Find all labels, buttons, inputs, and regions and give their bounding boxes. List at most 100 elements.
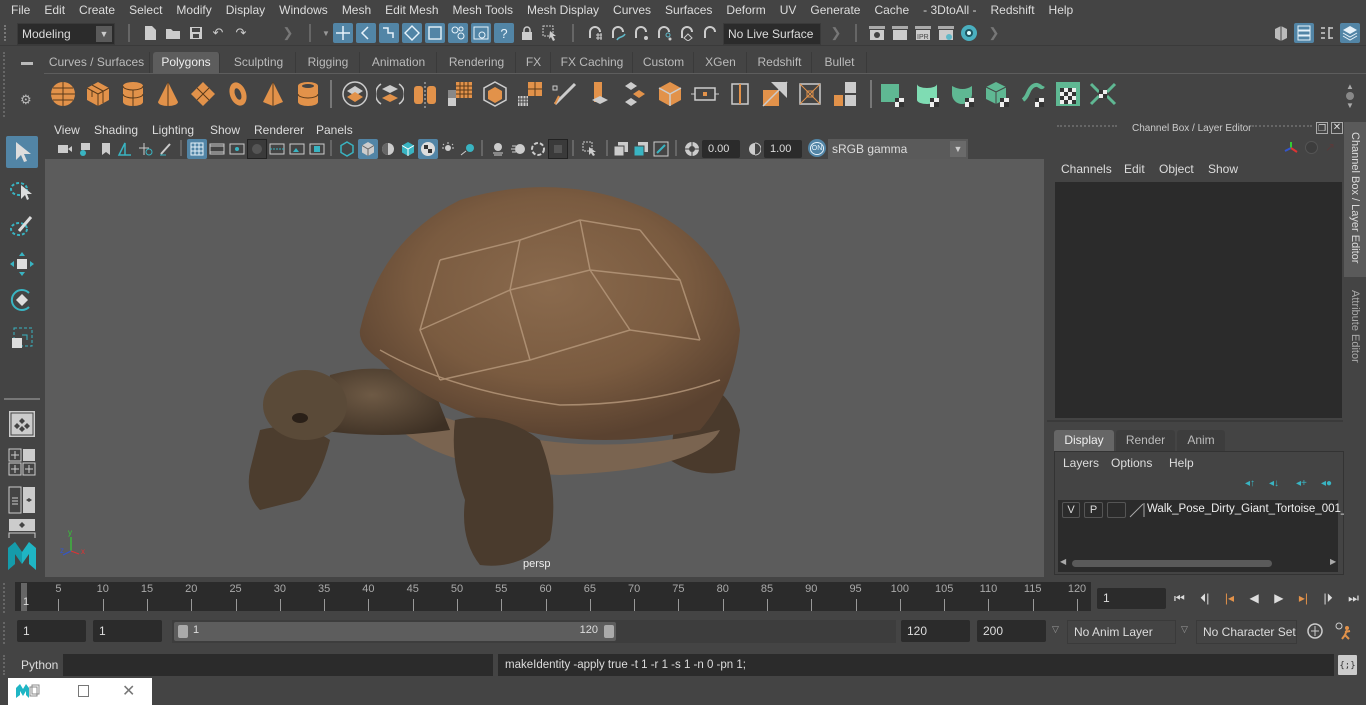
shelf-tab-rendering[interactable]: Rendering bbox=[438, 52, 516, 73]
contour-stretch-uv-icon[interactable] bbox=[1019, 80, 1047, 108]
shelf-tab-polygons[interactable]: Polygons bbox=[153, 52, 220, 73]
menu-3dtoall[interactable]: - 3DtoAll - bbox=[916, 0, 983, 20]
live-surface-field[interactable]: No Live Surface bbox=[723, 23, 821, 45]
gate-mask-icon[interactable] bbox=[247, 139, 267, 159]
mirror-icon[interactable] bbox=[411, 80, 439, 108]
layer-playback-toggle[interactable]: P bbox=[1084, 502, 1103, 518]
render-view-icon[interactable] bbox=[867, 23, 887, 43]
bookmark-icon[interactable] bbox=[96, 139, 116, 159]
hypershade-icon[interactable] bbox=[959, 23, 979, 43]
menu-modify[interactable]: Modify bbox=[169, 0, 218, 20]
redo-icon[interactable]: ↷ bbox=[231, 23, 251, 43]
layer-horizontal-scrollbar[interactable]: ◀ ▶ bbox=[1060, 557, 1338, 570]
character-set-dropdown[interactable]: No Character Set bbox=[1196, 620, 1297, 644]
extract-icon[interactable] bbox=[481, 80, 509, 108]
menu-uv[interactable]: UV bbox=[773, 0, 804, 20]
menu-help[interactable]: Help bbox=[1042, 0, 1081, 20]
menu-deform[interactable]: Deform bbox=[719, 0, 772, 20]
snap-to-grid-icon[interactable] bbox=[585, 23, 605, 43]
scale-tool-icon[interactable] bbox=[6, 322, 38, 354]
maya-logo-icon[interactable] bbox=[6, 540, 38, 572]
menu-create[interactable]: Create bbox=[72, 0, 122, 20]
menu-cache[interactable]: Cache bbox=[867, 0, 916, 20]
step-back-key-icon[interactable]: |◂ bbox=[1225, 591, 1234, 605]
slow-arrow-icon[interactable]: ↗ bbox=[1325, 140, 1335, 154]
shelf-tab-fx-caching[interactable]: FX Caching bbox=[552, 52, 633, 73]
textured-icon[interactable] bbox=[418, 139, 438, 159]
manipulator-axes-icon[interactable] bbox=[1283, 140, 1299, 159]
xray-icon[interactable] bbox=[611, 139, 631, 159]
shelf-tab-bullet[interactable]: Bullet bbox=[813, 52, 867, 73]
unfold-uv-icon[interactable] bbox=[1089, 80, 1117, 108]
uv-editor-icon[interactable] bbox=[1054, 80, 1082, 108]
auto-key-icon[interactable] bbox=[1306, 622, 1324, 643]
smooth-icon[interactable] bbox=[446, 80, 474, 108]
insert-edge-loop-icon[interactable] bbox=[691, 80, 719, 108]
new-empty-layer-icon[interactable]: ◂+ bbox=[1296, 478, 1307, 489]
speed-toggle-icon[interactable] bbox=[1305, 141, 1318, 154]
maya-window-icon[interactable] bbox=[14, 683, 40, 702]
range-start-grip[interactable] bbox=[178, 625, 188, 638]
select-vertex-icon[interactable] bbox=[402, 23, 422, 43]
new-layer-from-selection-icon[interactable]: ◂● bbox=[1321, 478, 1332, 489]
shelf-tab-rigging[interactable]: Rigging bbox=[297, 52, 360, 73]
select-by-hierarchy-icon[interactable] bbox=[333, 23, 353, 43]
snap-to-view-plane-icon[interactable] bbox=[654, 23, 674, 43]
range-slider-handle[interactable]: 1 120 bbox=[174, 622, 616, 641]
layer-display-type-toggle[interactable] bbox=[1107, 502, 1126, 518]
extrude-icon[interactable] bbox=[586, 80, 614, 108]
channelbox-edit-menu[interactable]: Edit bbox=[1124, 162, 1145, 176]
menu-file[interactable]: File bbox=[4, 0, 37, 20]
playback-start-field[interactable]: 1 bbox=[93, 620, 162, 642]
gamma-field[interactable]: 1.00 bbox=[764, 140, 802, 158]
use-default-material-icon[interactable] bbox=[378, 139, 398, 159]
collapse-arrow-icon[interactable]: ❯ bbox=[984, 23, 1004, 43]
range-end-grip[interactable] bbox=[604, 625, 614, 638]
view-transform-dropdown[interactable]: sRGB gamma ▼ bbox=[828, 139, 968, 159]
spherical-uv-icon[interactable] bbox=[949, 80, 977, 108]
shelf-tab-curves-surfaces[interactable]: Curves / Surfaces bbox=[44, 52, 150, 73]
panel-menu-view[interactable]: View bbox=[54, 120, 80, 140]
color-management-toggle[interactable]: ON bbox=[808, 139, 826, 157]
channelbox-object-menu[interactable]: Object bbox=[1159, 162, 1194, 176]
offset-edge-loop-icon[interactable] bbox=[726, 80, 754, 108]
render-current-frame-icon[interactable] bbox=[890, 23, 910, 43]
drag-handle[interactable] bbox=[3, 52, 9, 117]
outliner-persp-layout-icon[interactable] bbox=[6, 484, 38, 516]
panel-menu-renderer[interactable]: Renderer bbox=[254, 120, 304, 140]
layer-tab-display[interactable]: Display bbox=[1054, 430, 1114, 451]
smooth-shade-icon[interactable] bbox=[358, 139, 378, 159]
layer-help-menu[interactable]: Help bbox=[1169, 456, 1194, 470]
shelf-tab-redshift[interactable]: Redshift bbox=[748, 52, 812, 73]
poly-pyramid-icon[interactable] bbox=[259, 80, 287, 108]
single-perspective-layout-icon[interactable] bbox=[6, 408, 38, 440]
anti-aliasing-icon[interactable] bbox=[528, 139, 548, 159]
menu-windows[interactable]: Windows bbox=[272, 0, 335, 20]
anim-layer-dropdown[interactable]: No Anim Layer bbox=[1067, 620, 1176, 644]
select-uv-icon[interactable] bbox=[471, 23, 491, 43]
animation-start-field[interactable]: 1 bbox=[17, 620, 86, 642]
modeling-toolkit-icon[interactable] bbox=[1271, 23, 1291, 43]
layer-tab-render[interactable]: Render bbox=[1116, 430, 1175, 451]
ipr-render-icon[interactable]: IPR bbox=[913, 23, 933, 43]
close-icon[interactable]: ✕ bbox=[1331, 122, 1343, 134]
maximize-icon[interactable] bbox=[78, 685, 89, 697]
menu-redshift[interactable]: Redshift bbox=[984, 0, 1042, 20]
current-frame-field[interactable]: 1 bbox=[1097, 588, 1166, 609]
channelbox-show-menu[interactable]: Show bbox=[1208, 162, 1238, 176]
scroll-thumb[interactable] bbox=[1072, 560, 1272, 567]
save-scene-icon[interactable] bbox=[186, 23, 206, 43]
select-by-component-icon[interactable] bbox=[379, 23, 399, 43]
bridge-icon[interactable] bbox=[621, 80, 649, 108]
layer-name[interactable]: Walk_Pose_Dirty_Giant_Tortoise_001_ bbox=[1147, 503, 1347, 515]
animation-preferences-icon[interactable] bbox=[1334, 622, 1354, 643]
highlight-selection-icon[interactable] bbox=[540, 23, 560, 43]
exposure-field[interactable]: 0.00 bbox=[702, 140, 740, 158]
channels-menu[interactable]: Channels bbox=[1061, 162, 1112, 176]
channel-list[interactable] bbox=[1055, 182, 1342, 418]
scroll-left-icon[interactable]: ◀ bbox=[1060, 557, 1066, 566]
poly-cylinder-icon[interactable] bbox=[119, 80, 147, 108]
menu-edit-mesh[interactable]: Edit Mesh bbox=[378, 0, 445, 20]
shelf-tab-sculpting[interactable]: Sculpting bbox=[222, 52, 296, 73]
lasso-tool-icon[interactable] bbox=[6, 174, 38, 206]
